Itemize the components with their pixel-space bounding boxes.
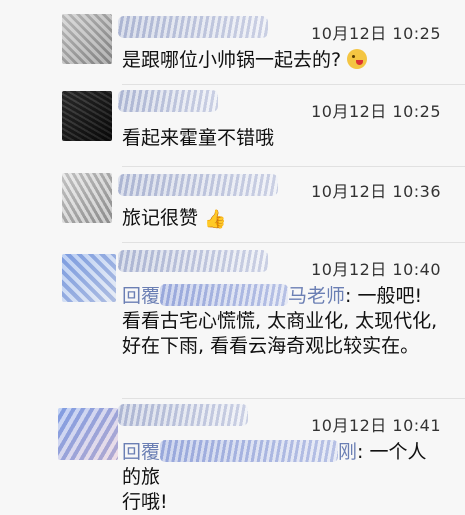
avatar[interactable] <box>62 254 116 302</box>
reply-target-suffix: 马老师 <box>288 285 346 307</box>
comment-time: 10月12日 10:36 <box>311 182 441 201</box>
divider <box>122 166 465 167</box>
user-name-redacted[interactable] <box>118 174 278 196</box>
comment-text: 回覆 马老师: 一般吧! 看看古宅心慌慌, 太商业化, 太现代化, 好在下雨, 看… <box>122 284 442 359</box>
reply-target-name-redacted[interactable] <box>160 284 289 306</box>
avatar[interactable] <box>58 408 118 460</box>
user-name-redacted[interactable] <box>118 404 248 426</box>
comment-time: 10月12日 10:25 <box>311 102 441 121</box>
reply-prefix: 回覆 <box>122 441 161 463</box>
reply-target-suffix: 刚 <box>338 441 358 463</box>
comment-text: 是跟哪位小帅锅一起去的? <box>122 48 368 73</box>
avatar[interactable] <box>62 173 112 223</box>
user-name-redacted[interactable] <box>118 16 268 38</box>
comment-time: 10月12日 10:25 <box>311 24 441 43</box>
user-name-redacted[interactable] <box>118 90 218 112</box>
comment-text: 回覆 刚: 一个人的旅 行哦! <box>122 440 442 515</box>
user-name-redacted[interactable] <box>118 250 268 272</box>
comment-1[interactable]: 10月12日 10:25 是跟哪位小帅锅一起去的? <box>0 0 465 82</box>
divider <box>122 398 465 399</box>
comment-text-content: 旅记很赞 <box>122 207 199 229</box>
reply-prefix: 回覆 <box>122 285 161 307</box>
avatar[interactable] <box>62 14 112 64</box>
thumbs-up-icon: 👍 <box>204 209 227 230</box>
avatar[interactable] <box>62 91 112 141</box>
comment-time: 10月12日 10:41 <box>311 416 441 435</box>
divider <box>122 84 465 85</box>
comment-text-content-continued: 行哦! <box>122 491 168 513</box>
divider <box>122 242 465 243</box>
comment-text-content: 是跟哪位小帅锅一起去的? <box>122 49 342 71</box>
comment-5[interactable]: 10月12日 10:41 回覆 刚: 一个人的旅 行哦! <box>0 400 465 513</box>
comment-text: 旅记很赞 👍 <box>122 206 226 232</box>
comment-4[interactable]: 10月12日 10:40 回覆 马老师: 一般吧! 看看古宅心慌慌, 太商业化, … <box>0 244 465 394</box>
comment-2[interactable]: 10月12日 10:25 看起来霍童不错哦 <box>0 86 465 166</box>
winking-tongue-emoji-icon <box>347 49 368 69</box>
reply-target-name-redacted[interactable] <box>160 440 339 462</box>
comment-time: 10月12日 10:40 <box>311 260 441 279</box>
comment-text: 看起来霍童不错哦 <box>122 127 275 149</box>
comment-3[interactable]: 10月12日 10:36 旅记很赞 👍 <box>0 168 465 240</box>
